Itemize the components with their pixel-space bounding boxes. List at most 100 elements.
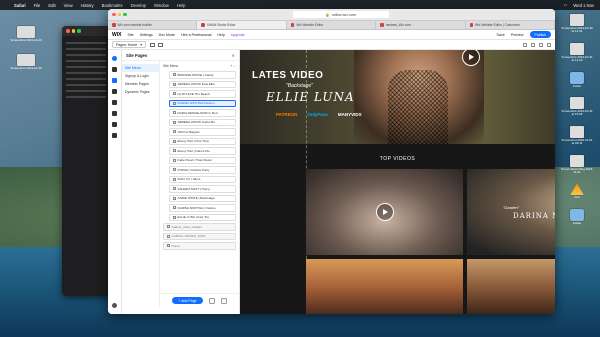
category-site-menu[interactable]: Site Menu — [122, 64, 159, 72]
page-item[interactable]: PHINIA | Outdoor Party — [169, 166, 236, 174]
menu-file[interactable]: File — [34, 3, 41, 8]
page-item-selected[interactable]: DARINA NIKITINA Passion — [169, 99, 236, 107]
page-item[interactable]: SOFI V.K | Sluss — [169, 175, 236, 183]
onlyfans-link[interactable]: OnlyFans — [307, 112, 328, 117]
editor-canvas[interactable]: LATES VIDEO "Backstage" ELLIE LUNA PATRE… — [240, 50, 555, 314]
design-icon[interactable] — [112, 89, 117, 94]
browser-tab[interactable]: Wix.com website builder — [108, 21, 198, 29]
media-icon[interactable] — [112, 111, 117, 116]
menu-app-name[interactable]: Safari — [14, 3, 26, 8]
upgrade-link[interactable]: Upgrade — [231, 33, 245, 37]
hero-subtitle[interactable]: "Backstage" — [286, 83, 313, 89]
browser-tab-active[interactable]: SWAN Studio Editor — [197, 21, 287, 29]
business-icon[interactable] — [112, 133, 117, 138]
folder-add-icon[interactable] — [208, 297, 215, 304]
browser-tab[interactable]: Wix Website Editor | Customize — [466, 21, 555, 29]
zoom-icon[interactable] — [523, 42, 527, 47]
video-thumbnail[interactable] — [306, 169, 463, 255]
desktop-icon[interactable]: Screenshot 2023-10-31 at 14.20 — [560, 42, 594, 63]
page-item[interactable]: ANNIE WHITE | Backstage — [169, 194, 236, 202]
wix-menu-hire[interactable]: Hire a Professional — [181, 33, 211, 37]
desktop-icon[interactable]: Screenshot 2023-10-30 at 12.31 — [560, 14, 594, 34]
pages-icon[interactable] — [112, 78, 117, 83]
video-thumbnail[interactable] — [306, 259, 463, 314]
redo-icon[interactable] — [539, 42, 543, 47]
desktop-icon[interactable]: Screenshot 2023-10-30 — [6, 54, 46, 70]
page-item[interactable]: Ebony Hart | Dance Mo — [169, 147, 236, 155]
category-signup-login[interactable]: Signup & Login — [122, 72, 159, 80]
undo-icon[interactable] — [531, 42, 535, 47]
wix-logo[interactable]: WIX — [112, 32, 121, 38]
hero-name[interactable]: ELLIE LUNA — [266, 90, 355, 104]
mobile-view-icon[interactable] — [158, 42, 163, 47]
page-item[interactable]: DARINA NIKITINA | Outdoo — [169, 204, 236, 212]
desktop-icon[interactable]: Screenshot 2023-11-01 at 09.11 — [560, 125, 594, 146]
play-icon[interactable] — [376, 203, 394, 221]
desktop-icon[interactable]: Screen Recording 2023-11-01 — [560, 154, 594, 175]
manyvids-link[interactable]: MANYVIDS — [338, 112, 362, 117]
desktop-view-icon[interactable] — [150, 42, 155, 47]
zoom-dot-icon[interactable] — [77, 29, 81, 33]
video-thumbnail[interactable]: "Garden" DARINA NIKITINA — [467, 169, 555, 255]
clock[interactable]: Wed 1 Nov — [573, 3, 594, 8]
menu-help[interactable]: Help — [177, 3, 186, 8]
desktop-icon[interactable]: VLC — [560, 183, 594, 199]
browser-tab[interactable]: Wix Website Editor — [287, 21, 377, 29]
page-item[interactable]: Still Fox Baguim — [169, 128, 236, 136]
top-videos-title[interactable]: TOP VIDEOS — [240, 156, 555, 162]
category-dynamic-pages[interactable]: Dynamic Pages — [122, 88, 159, 96]
page-item[interactable]: DARIA DESCELSIOR In Red — [169, 109, 236, 117]
page-item-home[interactable]: Home — [163, 242, 236, 250]
video-thumbnail[interactable] — [467, 259, 555, 314]
menu-develop[interactable]: Develop — [131, 3, 146, 8]
zoom-dot-icon[interactable] — [123, 12, 127, 17]
close-dot-icon[interactable] — [112, 12, 116, 17]
page-item[interactable]: VALERIA MATT | Horny — [169, 185, 236, 193]
close-icon[interactable]: ✕ — [231, 53, 235, 58]
add-page-button[interactable]: + Add Page — [172, 297, 203, 304]
desktop-icon[interactable]: Folder — [560, 71, 594, 88]
page-item[interactable]: CAROLL DAVIDS_SAST — [163, 232, 236, 240]
page-select[interactable]: Pages: Home ▾ — [112, 41, 146, 48]
patreon-link[interactable]: PATREON — [276, 112, 297, 117]
wix-menu-site[interactable]: Site — [127, 33, 133, 37]
desktop-icon[interactable]: Folder — [560, 208, 594, 225]
page-item[interactable]: BROWSE MOVIE | Candy — [169, 71, 236, 79]
page-item[interactable]: Gallery_video_header — [163, 223, 236, 231]
preview-button[interactable]: Preview — [511, 33, 524, 37]
wifi-icon[interactable]: ◠ — [564, 3, 568, 8]
menu-window[interactable]: Window — [154, 3, 169, 8]
category-member-pages[interactable]: Member Pages — [122, 80, 159, 88]
desktop-icon[interactable]: Screenshot 2023-10-31 at 15.02 — [560, 97, 594, 117]
minimize-dot-icon[interactable] — [117, 12, 121, 17]
wix-menu-help[interactable]: Help — [217, 33, 224, 37]
help-icon[interactable] — [112, 303, 117, 308]
add-elements-icon[interactable] — [112, 56, 117, 61]
browser-tab[interactable]: hastraw_Wix.com — [376, 21, 466, 29]
close-dot-icon[interactable] — [66, 29, 70, 33]
list-header-actions[interactable]: + ... — [230, 64, 236, 68]
layers-icon[interactable] — [547, 42, 551, 47]
menu-edit[interactable]: Edit — [48, 3, 55, 8]
hero-title[interactable]: LATES VIDEO — [252, 70, 323, 81]
page-item[interactable]: LILITH EVE The Beach — [169, 90, 236, 98]
page-item[interactable]: Katie Pavel | Hotel Room — [169, 156, 236, 164]
settings-icon[interactable] — [220, 297, 227, 304]
hero-section[interactable]: LATES VIDEO "Backstage" ELLIE LUNA PATRE… — [240, 50, 555, 144]
page-item[interactable]: Ebony Hart | First Time — [169, 137, 236, 145]
menu-history[interactable]: History — [81, 3, 94, 8]
add-section-icon[interactable] — [112, 67, 117, 72]
page-item[interactable]: SERENA WOOD Joyful Mo.. — [169, 118, 236, 126]
publish-button[interactable]: Publish — [529, 31, 551, 38]
minimize-dot-icon[interactable] — [71, 29, 75, 33]
address-bar[interactable]: 🔒 editor.wix.com — [292, 11, 389, 18]
desktop-icon[interactable]: Screenshot 2023-10-29 — [6, 26, 46, 42]
menu-view[interactable]: View — [64, 3, 73, 8]
page-item[interactable]: SERENA WOOD Feat Elite — [169, 80, 236, 88]
apps-icon[interactable] — [112, 100, 117, 105]
cms-icon[interactable] — [112, 122, 117, 127]
menu-bookmarks[interactable]: Bookmarks — [102, 3, 123, 8]
page-item[interactable]: ELLIE LUNA | Fast Toy — [169, 213, 236, 221]
wix-menu-devmode[interactable]: Dev Mode — [159, 33, 175, 37]
save-button[interactable]: Save — [497, 33, 505, 37]
